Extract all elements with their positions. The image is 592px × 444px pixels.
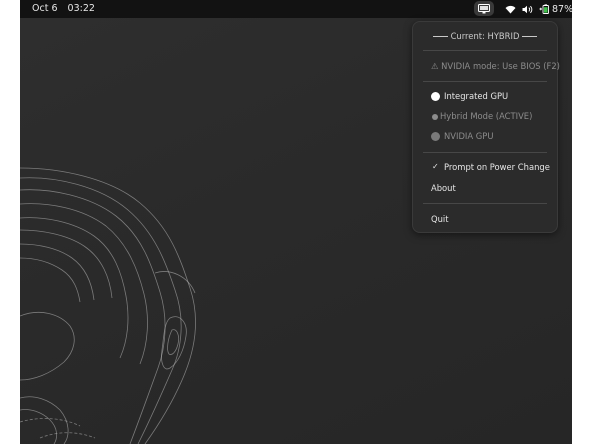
clock[interactable]: Oct 6 03:22 xyxy=(32,3,95,14)
nvidia-gpu-label: NVIDIA GPU xyxy=(444,131,494,141)
quit-label: Quit xyxy=(431,214,449,224)
menu-separator xyxy=(423,50,547,51)
integrated-gpu-label: Integrated GPU xyxy=(444,91,509,101)
menu-item-nvidia-gpu: NVIDIA GPU xyxy=(413,129,557,145)
volume-icon xyxy=(522,5,533,14)
menu-separator xyxy=(423,81,547,82)
menu-item-quit[interactable]: Quit xyxy=(413,211,557,227)
nvidia-gpu-radio-icon xyxy=(431,132,440,141)
menu-item-integrated-gpu[interactable]: Integrated GPU xyxy=(413,89,557,105)
bios-note-label: ⚠ NVIDIA mode: Use BIOS (F2) xyxy=(431,61,560,71)
menu-item-about[interactable]: About xyxy=(413,180,557,196)
system-status-area[interactable]: 87% xyxy=(505,3,573,15)
hybrid-mode-label: Hybrid Mode (ACTIVE) xyxy=(440,111,533,121)
menu-item-hybrid-mode: Hybrid Mode (ACTIVE) xyxy=(413,109,557,125)
header-dash-right xyxy=(522,35,538,37)
gpu-switcher-menu: Current: HYBRID ⚠ NVIDIA mode: Use BIOS … xyxy=(412,21,560,233)
about-label: About xyxy=(431,183,456,193)
checkmark-icon: ✓ xyxy=(432,162,439,171)
time-label: 03:22 xyxy=(67,3,95,14)
integrated-gpu-radio-icon xyxy=(431,92,440,101)
menu-header: Current: HYBRID xyxy=(413,28,557,44)
bios-note: ⚠ NVIDIA mode: Use BIOS (F2) xyxy=(413,58,560,74)
top-bar: Oct 6 03:22 87% xyxy=(20,0,573,18)
current-mode-label: Current: HYBRID xyxy=(450,31,520,41)
prompt-on-power-change-label: Prompt on Power Change xyxy=(444,162,550,172)
header-dash-left xyxy=(432,35,448,37)
gpu-switcher-tray-button[interactable] xyxy=(474,1,494,16)
battery-charging-icon xyxy=(539,4,550,14)
menu-separator xyxy=(423,203,547,204)
date-label: Oct 6 xyxy=(32,3,58,14)
display-gpu-icon xyxy=(478,3,490,13)
wifi-icon xyxy=(505,5,516,14)
menu-separator xyxy=(423,152,547,153)
hybrid-mode-active-dot-icon xyxy=(432,114,438,120)
battery-percentage: 87% xyxy=(552,3,574,15)
screen: Oct 6 03:22 87% Current: HYBRID ⚠ NVIDIA… xyxy=(0,0,592,444)
menu-item-prompt-on-power-change[interactable]: ✓ Prompt on Power Change xyxy=(413,160,557,176)
